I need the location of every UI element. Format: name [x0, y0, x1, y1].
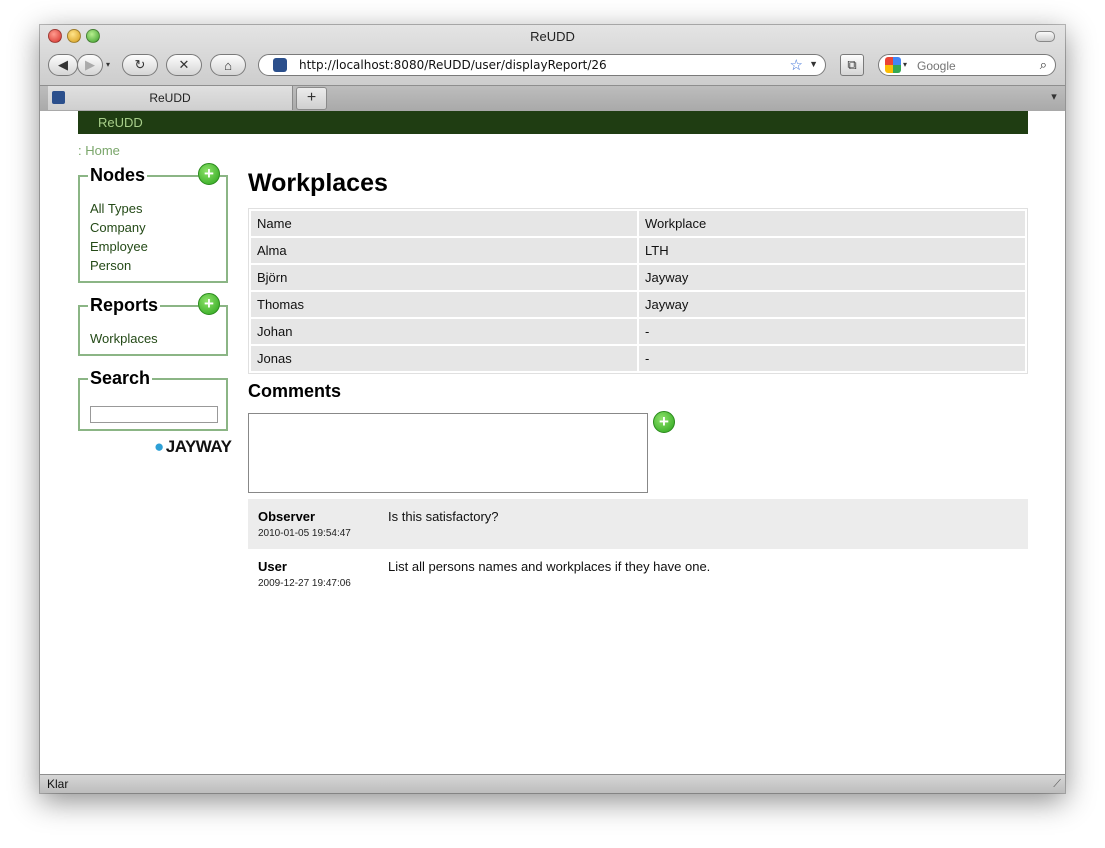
back-arrow-icon: ◀	[58, 57, 68, 72]
comment-text: Is this satisfactory?	[388, 509, 499, 524]
comment-item: User 2009-12-27 19:47:06 List all person…	[248, 549, 1028, 599]
add-report-button[interactable]: +	[198, 293, 220, 315]
plus-circle-icon: +	[653, 411, 675, 433]
table-row: Johan -	[251, 319, 1025, 344]
site-brand[interactable]: ReUDD	[98, 115, 143, 130]
plus-circle-icon: +	[198, 293, 220, 315]
sidebar-item-company[interactable]: Company	[90, 218, 148, 237]
table-cell: Johan	[251, 319, 637, 344]
table-header-row: Name Workplace	[251, 211, 1025, 236]
magnifier-icon[interactable]: ⌕	[1040, 57, 1047, 73]
status-text: Klar	[47, 777, 69, 791]
comment-author: User	[258, 559, 287, 574]
google-icon[interactable]	[885, 57, 901, 73]
nodes-title: Nodes	[88, 165, 148, 186]
new-tab-button[interactable]: +	[296, 87, 327, 110]
status-bar: Klar ⟋	[40, 774, 1065, 793]
tab-reudd[interactable]: ReUDD	[48, 86, 293, 110]
add-node-button[interactable]: +	[198, 163, 220, 185]
address-bar[interactable]: http://localhost:8080/ReUDD/user/display…	[258, 54, 826, 76]
tab-bar: ReUDD + ▾	[40, 85, 1065, 111]
site-favicon-icon	[273, 58, 287, 72]
home-button[interactable]: ⌂	[210, 54, 246, 76]
table-cell: Jayway	[639, 265, 1025, 290]
nodes-panel: Nodes + All Types Company Employee Perso…	[78, 163, 228, 283]
stop-button[interactable]: ✕	[166, 54, 202, 76]
comment-date: 2010-01-05 19:54:47	[258, 528, 351, 539]
column-header: Name	[251, 211, 637, 236]
search-input[interactable]	[90, 406, 218, 423]
table-cell: LTH	[639, 238, 1025, 263]
bookmarks-button[interactable]: ⧉	[840, 54, 864, 76]
star-icon[interactable]: ☆	[790, 56, 803, 74]
stop-icon: ✕	[178, 57, 190, 72]
table-cell: Björn	[251, 265, 637, 290]
breadcrumb[interactable]: : Home	[78, 143, 120, 158]
web-search-box[interactable]: ▾ ⌕	[878, 54, 1056, 76]
comment-item: Observer 2010-01-05 19:54:47 Is this sat…	[248, 499, 1028, 549]
forward-button[interactable]: ▶	[77, 54, 103, 76]
jayway-logo: ● JAYWAY	[154, 437, 232, 457]
table-row: Alma LTH	[251, 238, 1025, 263]
table-cell: Thomas	[251, 292, 637, 317]
page-title: Workplaces	[248, 169, 388, 197]
home-icon: ⌂	[224, 57, 232, 73]
nodes-list: All Types Company Employee Person	[90, 199, 148, 275]
sidebar-item-employee[interactable]: Employee	[90, 237, 148, 256]
tab-favicon-icon	[52, 91, 65, 104]
sidebar-item-person[interactable]: Person	[90, 256, 148, 275]
column-header: Workplace	[639, 211, 1025, 236]
search-engine-dropdown-icon[interactable]: ▾	[903, 60, 907, 69]
page-content: ReUDD : Home Nodes + All Types Company E…	[40, 111, 1065, 775]
sidebar-item-all-types[interactable]: All Types	[90, 199, 148, 218]
web-search-input[interactable]	[915, 57, 1029, 75]
site-header: ReUDD	[78, 111, 1028, 134]
table-row: Thomas Jayway	[251, 292, 1025, 317]
table-cell: -	[639, 319, 1025, 344]
toolbar-toggle-button[interactable]	[1035, 31, 1055, 42]
browser-window: ReUDD ◀ ▶ ▾ ↻ ✕ ⌂ http://localhost:8080/…	[40, 25, 1065, 793]
add-comment-button[interactable]: +	[653, 411, 675, 433]
url-dropdown-icon[interactable]: ▼	[809, 59, 818, 69]
browser-toolbar: ReUDD ◀ ▶ ▾ ↻ ✕ ⌂ http://localhost:8080/…	[40, 25, 1065, 111]
resize-grip-icon[interactable]: ⟋	[1053, 778, 1061, 791]
table-row: Björn Jayway	[251, 265, 1025, 290]
reports-list: Workplaces	[90, 329, 158, 348]
search-title: Search	[88, 368, 153, 389]
search-panel: Search	[78, 368, 228, 431]
comments-title: Comments	[248, 381, 342, 401]
comment-list: Observer 2010-01-05 19:54:47 Is this sat…	[248, 499, 1028, 599]
history-dropdown-icon[interactable]: ▾	[106, 60, 110, 69]
back-button[interactable]: ◀	[48, 54, 78, 76]
reports-title: Reports	[88, 295, 161, 316]
table-cell: -	[639, 346, 1025, 371]
comment-author: Observer	[258, 509, 316, 524]
window-title: ReUDD	[530, 29, 575, 44]
tab-menu-icon[interactable]: ▾	[1047, 90, 1061, 104]
table-cell: Jonas	[251, 346, 637, 371]
comment-date: 2009-12-27 19:47:06	[258, 578, 351, 589]
comment-text: List all persons names and workplaces if…	[388, 559, 711, 574]
plus-circle-icon: +	[198, 163, 220, 185]
comment-input[interactable]	[248, 413, 648, 493]
forward-arrow-icon: ▶	[85, 57, 95, 72]
reload-icon: ↻	[134, 57, 146, 72]
reload-button[interactable]: ↻	[122, 54, 158, 76]
logo-text: JAYWAY	[165, 437, 232, 456]
table-cell: Alma	[251, 238, 637, 263]
reports-panel: Reports + Workplaces	[78, 293, 228, 356]
table-cell: Jayway	[639, 292, 1025, 317]
windows-icon: ⧉	[847, 57, 857, 72]
tab-title: ReUDD	[149, 91, 191, 105]
report-table: Name Workplace Alma LTH Björn Jayway Tho…	[248, 208, 1028, 374]
url-text[interactable]: http://localhost:8080/ReUDD/user/display…	[299, 58, 607, 72]
jayway-bird-icon: ●	[154, 437, 164, 456]
table-row: Jonas -	[251, 346, 1025, 371]
sidebar-item-workplaces[interactable]: Workplaces	[90, 329, 158, 348]
